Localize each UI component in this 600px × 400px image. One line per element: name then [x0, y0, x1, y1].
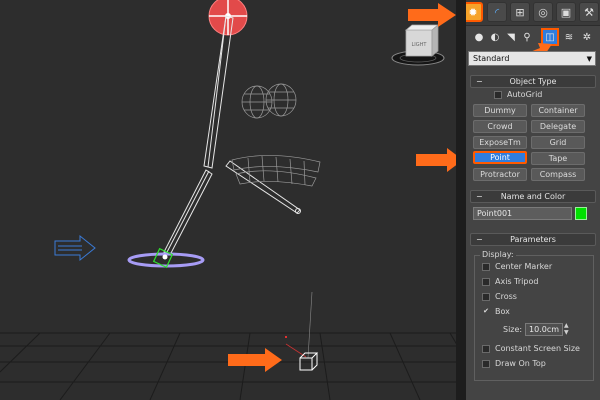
display-icon: ▣ [560, 5, 572, 19]
motion-tab[interactable]: ◎ [533, 2, 553, 22]
object-type-title: Object Type [509, 77, 557, 86]
axis-tripod-label: Axis Tripod [495, 277, 539, 286]
name-color-rollout-header[interactable]: − Name and Color [470, 190, 596, 203]
exposetm-button[interactable]: ExposeTm [473, 136, 527, 149]
constant-screen-size-label: Constant Screen Size [495, 344, 580, 353]
perspective-viewport[interactable]: LIGHT [0, 0, 466, 400]
compass-button[interactable]: Compass [531, 168, 585, 181]
sphere-icon: ● [474, 31, 484, 43]
object-color-swatch[interactable] [575, 207, 587, 220]
grid-button[interactable]: Grid [531, 136, 585, 149]
hierarchy-icon: ⊞ [515, 5, 525, 19]
draw-on-top-checkbox[interactable]: Draw On Top [482, 359, 546, 369]
systems-category[interactable]: ✲ [580, 30, 594, 44]
bone-chain[interactable] [163, 15, 301, 256]
create-sun-icon: ✹ [468, 5, 478, 19]
parameters-title: Parameters [510, 235, 556, 244]
collapse-icon: − [476, 192, 483, 201]
wind-arrow-icon[interactable] [54, 234, 96, 262]
axis-tripod-checkbox[interactable]: Axis Tripod [482, 277, 538, 287]
tape-button[interactable]: Tape [531, 152, 585, 165]
shapes-icon: ◐ [490, 31, 500, 43]
utilities-tab[interactable]: ⚒ [579, 2, 599, 22]
dropdown-value: Standard [473, 54, 510, 63]
autogrid-checkbox[interactable]: AutoGrid [494, 90, 542, 100]
motion-icon: ◎ [538, 5, 548, 19]
crowd-button[interactable]: Crowd [473, 120, 527, 133]
z-axis-line [307, 291, 313, 359]
center-marker-checkbox[interactable]: Center Marker [482, 262, 552, 272]
box-checkbox[interactable]: ✔ Box [482, 307, 510, 317]
target-icon[interactable] [208, 0, 248, 36]
collapse-icon: − [476, 77, 483, 86]
display-tab[interactable]: ▣ [556, 2, 576, 22]
name-color-title: Name and Color [500, 192, 566, 201]
viewport-scene: LIGHT [0, 0, 466, 400]
chevron-down-icon: ▼ [586, 55, 592, 63]
box-label: Box [495, 307, 510, 316]
autogrid-label: AutoGrid [507, 90, 543, 99]
hierarchy-tab[interactable]: ⊞ [510, 2, 530, 22]
shapes-category[interactable]: ◐ [488, 30, 502, 44]
cross-label: Cross [495, 292, 517, 301]
size-field[interactable]: 10.0cm [525, 323, 563, 336]
dummy-button[interactable]: Dummy [473, 104, 527, 117]
checkmark-icon: ✔ [483, 306, 489, 315]
command-panel: ✹ ◜ ⊞ ◎ ▣ ⚒ ● ◐ ◥ ⚲ ◫ ≋ ✲ Standard ▼ − O… [466, 0, 600, 400]
display-group-label: Display: [480, 250, 516, 259]
constant-screen-size-checkbox[interactable]: Constant Screen Size [482, 344, 580, 354]
annotation-arrow-viewport [228, 348, 282, 372]
hammer-icon: ⚒ [584, 5, 594, 19]
container-button[interactable]: Container [531, 104, 585, 117]
modify-arc-icon: ◜ [494, 5, 500, 19]
light-helper-label: LIGHT [412, 42, 428, 48]
autogrid-box [494, 90, 502, 99]
parameters-rollout-header[interactable]: − Parameters [470, 233, 596, 246]
protractor-button[interactable]: Protractor [473, 168, 527, 181]
light-icon: ◥ [507, 31, 515, 43]
torus-mesh[interactable] [231, 155, 321, 187]
draw-on-top-label: Draw On Top [495, 359, 546, 368]
light-helper[interactable]: LIGHT [391, 24, 445, 66]
object-type-rollout-header[interactable]: − Object Type [470, 75, 596, 88]
point-button[interactable]: Point [473, 151, 527, 164]
modify-tab[interactable]: ◜ [487, 2, 507, 22]
geometry-category[interactable]: ● [472, 30, 486, 44]
helper-type-dropdown[interactable]: Standard ▼ [468, 51, 596, 66]
command-panel-tabs: ✹ ◜ ⊞ ◎ ▣ ⚒ [466, 0, 600, 26]
size-spinner[interactable]: ▲ ▼ [564, 322, 569, 336]
cross-checkbox[interactable]: Cross [482, 292, 517, 302]
sphere-mesh[interactable] [241, 83, 297, 119]
gear-icon: ✲ [582, 31, 592, 43]
collapse-icon: − [476, 235, 483, 244]
annotation-arrow-create [408, 3, 456, 27]
lights-category[interactable]: ◥ [504, 30, 518, 44]
viewport-frame [456, 0, 466, 400]
create-tab[interactable]: ✹ [466, 2, 483, 22]
home-grid [0, 332, 466, 400]
wave-icon: ≋ [564, 31, 574, 43]
size-label: Size: [503, 325, 523, 334]
center-marker-label: Center Marker [495, 262, 553, 271]
delegate-button[interactable]: Delegate [531, 120, 585, 133]
space-warps-category[interactable]: ≋ [562, 30, 576, 44]
object-name-field[interactable]: Point001 [473, 207, 572, 220]
